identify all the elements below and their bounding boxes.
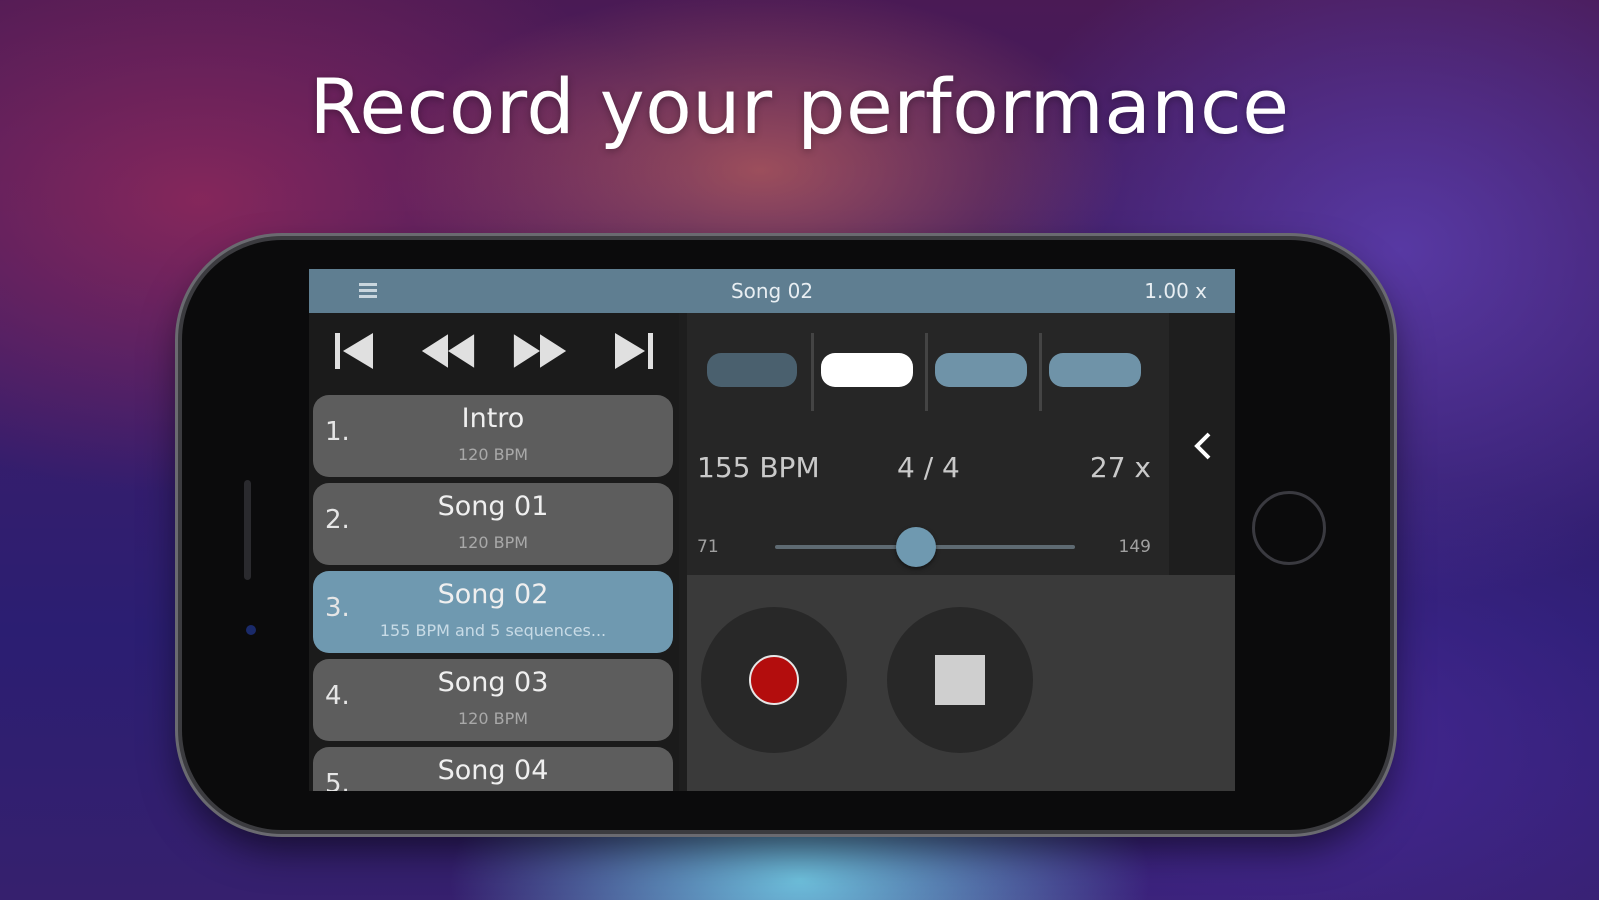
tempo-panel: 155 BPM 4 / 4 27 x 71 149 bbox=[687, 313, 1169, 575]
sequence-button[interactable] bbox=[821, 353, 913, 387]
song-subtitle: 120 BPM bbox=[457, 445, 529, 464]
time-signature[interactable]: 4 / 4 bbox=[897, 451, 960, 484]
stop-button[interactable] bbox=[887, 607, 1033, 753]
record-icon bbox=[749, 655, 799, 705]
song-list-item-active[interactable]: 3. Song 02 155 BPM and 5 sequences... bbox=[313, 571, 673, 653]
sequence-button[interactable] bbox=[707, 353, 797, 387]
divider bbox=[925, 333, 928, 411]
title-bar: Song 02 1.00 x bbox=[309, 269, 1235, 313]
song-subtitle: 120 BPM bbox=[457, 709, 529, 728]
transport-controls bbox=[309, 313, 679, 389]
song-list-item[interactable]: 5. Song 04 bbox=[313, 747, 673, 791]
song-subtitle: 120 BPM bbox=[457, 533, 529, 552]
song-list-item[interactable]: 2. Song 01 120 BPM bbox=[313, 483, 673, 565]
song-list-item[interactable]: 4. Song 03 120 BPM bbox=[313, 659, 673, 741]
skip-to-start-icon[interactable] bbox=[327, 327, 383, 375]
song-subtitle: 155 BPM and 5 sequences... bbox=[379, 621, 607, 640]
home-button[interactable] bbox=[1252, 491, 1326, 565]
collapse-panel-button[interactable] bbox=[1171, 313, 1235, 575]
tempo-min-label: 71 bbox=[697, 537, 719, 557]
stop-icon bbox=[935, 655, 985, 705]
phone-camera bbox=[246, 625, 256, 635]
song-name: Song 04 bbox=[437, 755, 549, 786]
song-name: Intro bbox=[461, 403, 525, 434]
chevron-left-icon bbox=[1194, 432, 1211, 460]
record-panel bbox=[687, 575, 1235, 791]
tempo-slider-thumb[interactable] bbox=[896, 527, 936, 567]
tempo-bpm: 155 BPM bbox=[697, 451, 820, 484]
phone-speaker bbox=[244, 480, 251, 580]
song-list-item[interactable]: 1. Intro 120 BPM bbox=[313, 395, 673, 477]
sequence-button[interactable] bbox=[935, 353, 1027, 387]
app-screen: Song 02 1.00 x 1. Intro 120 BPM 2. Song … bbox=[309, 269, 1235, 791]
song-name: Song 03 bbox=[437, 667, 549, 698]
sequence-button[interactable] bbox=[1049, 353, 1141, 387]
divider bbox=[811, 333, 814, 411]
song-list-panel: 1. Intro 120 BPM 2. Song 01 120 BPM 3. S… bbox=[309, 313, 679, 791]
rewind-icon[interactable] bbox=[420, 327, 476, 375]
skip-to-end-icon[interactable] bbox=[605, 327, 661, 375]
repeat-count[interactable]: 27 x bbox=[1090, 451, 1151, 484]
tempo-max-label: 149 bbox=[1118, 537, 1151, 557]
phone-frame: Song 02 1.00 x 1. Intro 120 BPM 2. Song … bbox=[182, 240, 1390, 830]
fast-forward-icon[interactable] bbox=[512, 327, 568, 375]
song-name: Song 01 bbox=[437, 491, 549, 522]
divider bbox=[1039, 333, 1042, 411]
record-button[interactable] bbox=[701, 607, 847, 753]
song-name: Song 02 bbox=[437, 579, 549, 610]
song-title: Song 02 bbox=[730, 279, 814, 303]
playback-speed[interactable]: 1.00 x bbox=[1144, 279, 1207, 303]
headline: Record your performance bbox=[309, 62, 1290, 151]
